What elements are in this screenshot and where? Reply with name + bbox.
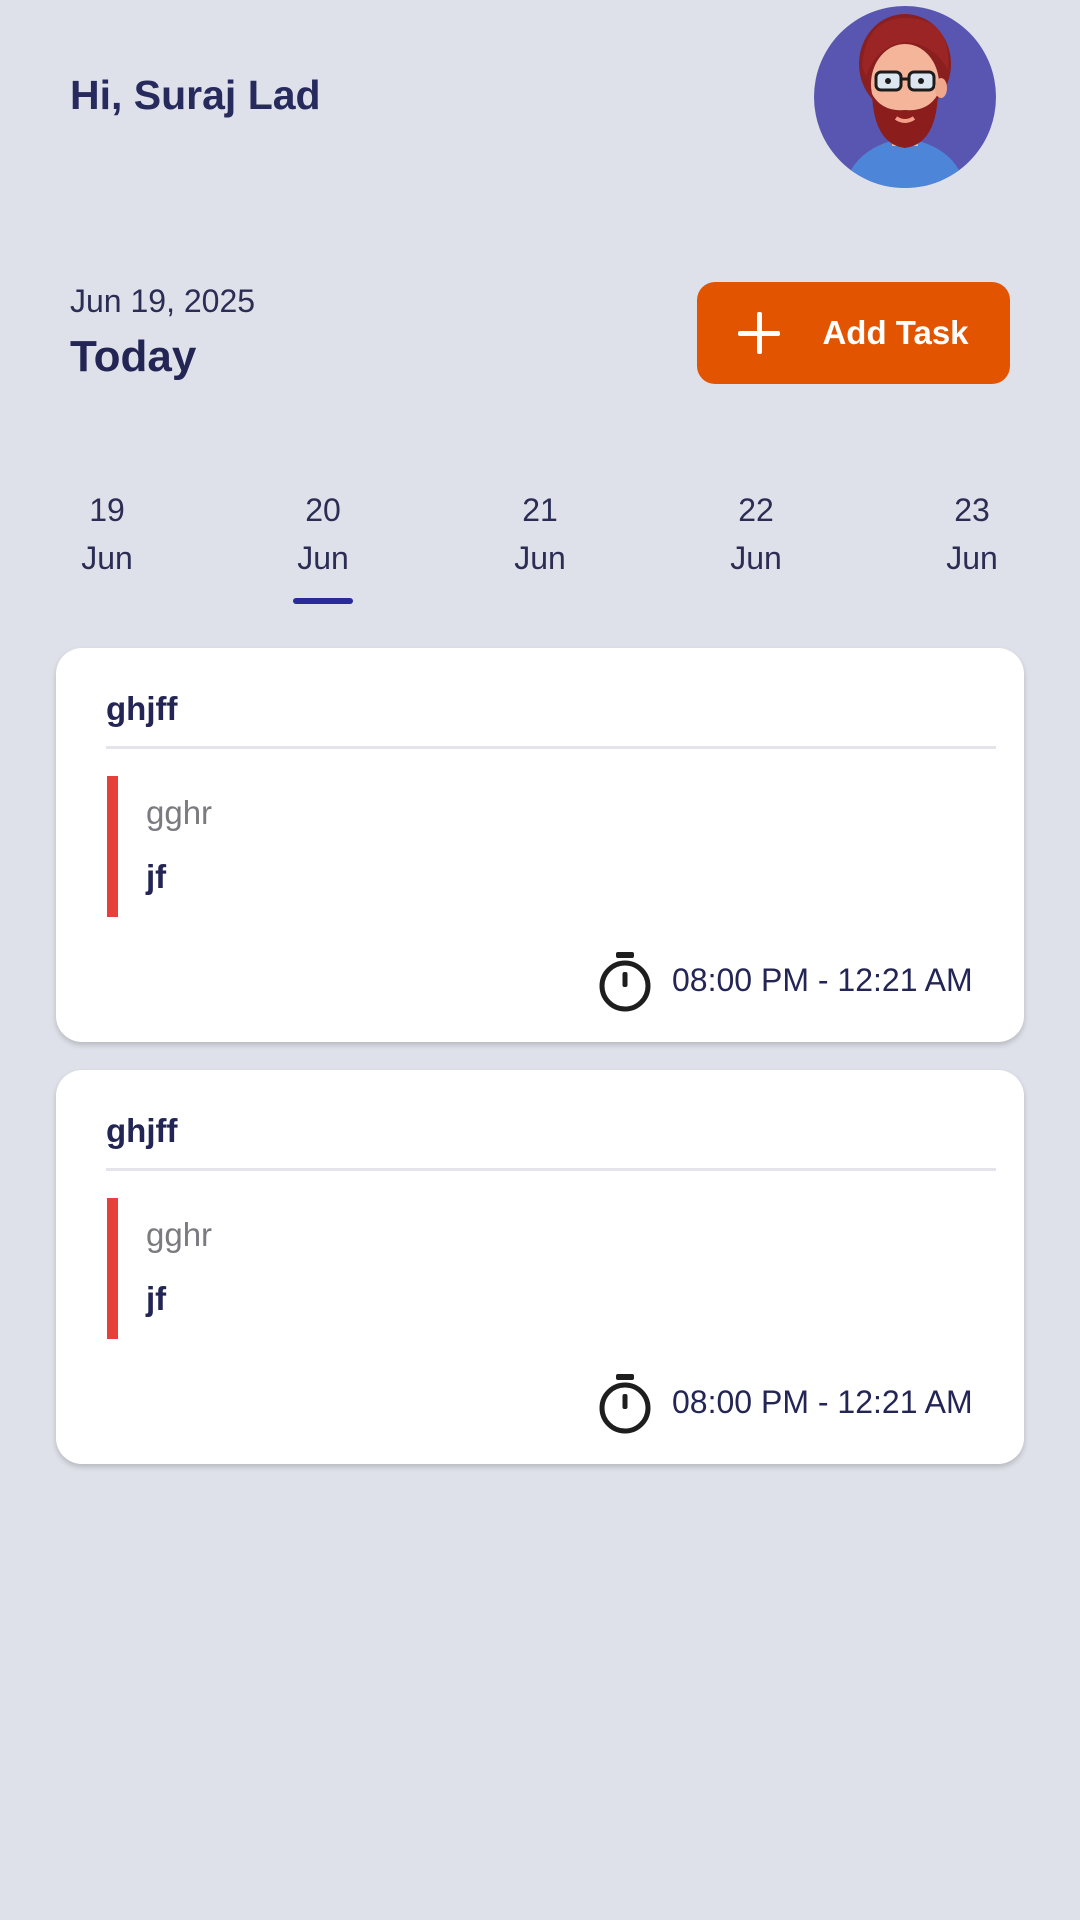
task-card[interactable]: ghjff gghr jf 08:00 PM - 12:21 AM xyxy=(56,1070,1024,1464)
day-month: Jun xyxy=(946,540,998,576)
task-time-range: 08:00 PM - 12:21 AM xyxy=(672,962,973,998)
task-note: jf xyxy=(146,858,167,895)
task-card[interactable]: ghjff gghr jf 08:00 PM - 12:21 AM xyxy=(56,648,1024,1042)
current-date: Jun 19, 2025 xyxy=(70,283,256,319)
add-task-label: Add Task xyxy=(822,314,969,351)
day-tab-22[interactable]: 22 Jun xyxy=(701,486,811,582)
selected-day-indicator xyxy=(293,598,353,604)
day-tab-20[interactable]: 20 Jun xyxy=(268,486,378,604)
add-task-button[interactable]: Add Task xyxy=(697,282,1010,384)
priority-bar xyxy=(107,1198,118,1339)
day-month: Jun xyxy=(514,540,566,576)
day-number: 22 xyxy=(738,492,774,528)
day-number: 19 xyxy=(89,492,125,528)
day-number: 23 xyxy=(954,492,990,528)
card-divider xyxy=(106,746,996,749)
profile-avatar[interactable] xyxy=(814,6,996,188)
greeting-text: Hi, Suraj Lad xyxy=(70,72,321,118)
stopwatch-icon xyxy=(599,1374,651,1434)
day-number: 20 xyxy=(305,492,341,528)
card-divider xyxy=(106,1168,996,1171)
today-heading: Today xyxy=(70,332,197,381)
day-month: Jun xyxy=(81,540,133,576)
day-tab-23[interactable]: 23 Jun xyxy=(917,486,1027,582)
day-tab-19[interactable]: 19 Jun xyxy=(52,486,162,582)
task-note: jf xyxy=(146,1280,167,1317)
day-month: Jun xyxy=(297,540,349,576)
task-title: ghjff xyxy=(106,1112,178,1149)
plus-icon xyxy=(738,312,781,354)
task-time-range: 08:00 PM - 12:21 AM xyxy=(672,1384,973,1420)
day-tab-21[interactable]: 21 Jun xyxy=(485,486,595,582)
task-home-screen: Hi, Suraj Lad Jun 19, 2025 Today Add Tas… xyxy=(0,0,1080,1920)
task-title: ghjff xyxy=(106,690,178,727)
task-description: gghr xyxy=(146,794,213,831)
stopwatch-icon xyxy=(599,952,651,1012)
avatar-illustration xyxy=(844,14,966,188)
priority-bar xyxy=(107,776,118,917)
day-number: 21 xyxy=(522,492,558,528)
task-description: gghr xyxy=(146,1216,213,1253)
day-month: Jun xyxy=(730,540,782,576)
